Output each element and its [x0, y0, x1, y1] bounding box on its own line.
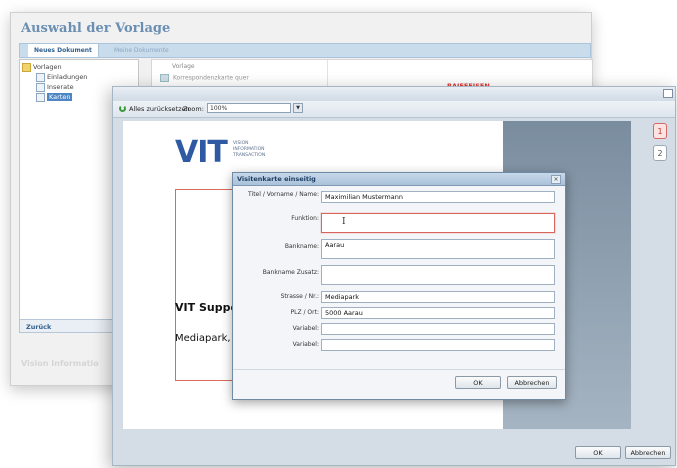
tree-item-karten[interactable]: Karten — [36, 92, 73, 102]
vit-logo: VIT — [175, 135, 228, 170]
reset-icon[interactable] — [119, 105, 126, 112]
folder-icon — [22, 62, 31, 72]
field-label: Bankname Zusatz: — [262, 269, 319, 276]
business-card-dialog: Visitenkarte einseitig × Titel / Vorname… — [232, 172, 566, 400]
document-icon — [36, 92, 45, 102]
logo-tagline: VISION INFORMATION TRANSACTION — [233, 141, 266, 158]
field-label: Variabel: — [292, 341, 319, 348]
document-icon — [160, 74, 169, 82]
zoom-label: Zoom: — [183, 105, 204, 113]
dialog-button-bar: OK Abbrechen — [233, 369, 565, 394]
tab-new-document[interactable]: Neues Dokument — [28, 44, 99, 57]
reset-all-button[interactable]: Alles zurücksetzen — [129, 105, 190, 113]
ok-button[interactable]: OK — [575, 446, 621, 459]
bankname-zusatz-input[interactable] — [321, 265, 555, 285]
close-icon[interactable]: × — [551, 175, 561, 184]
bankname-input[interactable]: Aarau — [321, 239, 555, 259]
tab-my-documents[interactable]: Meine Dokumente — [108, 44, 175, 57]
funktion-input[interactable]: I — [321, 213, 555, 233]
zoom-select[interactable]: 100% — [207, 103, 291, 113]
chevron-down-icon[interactable]: ▼ — [293, 103, 303, 113]
dialog-titlebar: Visitenkarte einseitig × — [233, 173, 565, 186]
dialog-title: Visitenkarte einseitig — [237, 175, 316, 183]
dialog-cancel-button[interactable]: Abbrechen — [507, 376, 557, 389]
document-icon — [36, 72, 45, 82]
plz-ort-input[interactable]: 5000 Aarau — [321, 307, 555, 319]
field-label: Bankname: — [284, 243, 319, 250]
page-1-button[interactable]: 1 — [653, 123, 667, 139]
field-label: Strasse / Nr.: — [280, 293, 319, 300]
tree-item-inserate[interactable]: Inserate — [36, 82, 74, 92]
tree-item-einladungen[interactable]: Einladungen — [36, 72, 87, 82]
dialog-ok-button[interactable]: OK — [455, 376, 501, 389]
tab-bar: Neues Dokument Meine Dokumente — [19, 43, 591, 58]
name-input[interactable]: Maximilian Mustermann — [321, 191, 555, 203]
maximize-icon[interactable] — [663, 89, 673, 98]
window-title: Auswahl der Vorlage — [21, 21, 171, 36]
column-header: Vorlage — [172, 63, 195, 70]
variabel-input-2[interactable] — [321, 339, 555, 351]
page-2-button[interactable]: 2 — [653, 145, 667, 161]
field-label: Titel / Vorname / Name: — [248, 191, 319, 198]
text-cursor-icon: I — [342, 217, 346, 227]
tree-root[interactable]: Vorlagen — [22, 62, 62, 72]
document-icon — [36, 82, 45, 92]
strasse-input[interactable]: Mediapark — [321, 291, 555, 303]
preview-titlebar — [113, 87, 675, 99]
field-label: Funktion: — [291, 215, 319, 222]
footer-text: Vision Informatio — [21, 359, 99, 368]
cancel-button[interactable]: Abbrechen — [625, 446, 671, 459]
variabel-input-1[interactable] — [321, 323, 555, 335]
list-item[interactable]: Korrespondenzkarte quer — [160, 74, 249, 82]
field-label: Variabel: — [292, 325, 319, 332]
preview-toolbar: Alles zurücksetzen Zoom: 100% ▼ — [113, 101, 675, 118]
field-label: PLZ / Ort: — [290, 309, 319, 316]
